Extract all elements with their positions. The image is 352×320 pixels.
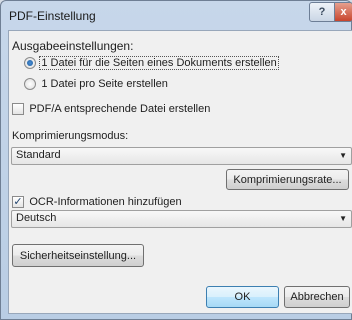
output-settings-label: Ausgabeeinstellungen: (12, 39, 134, 53)
help-icon: ? (318, 6, 326, 18)
compression-mode-value: Standard (16, 149, 61, 161)
compression-mode-label: Komprimierungsmodus: (12, 130, 129, 142)
close-icon: x (340, 6, 347, 18)
ok-button[interactable]: OK (206, 286, 279, 308)
cancel-button[interactable]: Abbrechen (284, 286, 350, 308)
checkmark-icon: ✓ (12, 195, 24, 208)
chevron-down-icon: ▼ (339, 151, 347, 160)
dialog-client-area: Ausgabeeinstellungen: 1 Datei für die Se… (8, 30, 352, 314)
ocr-language-select[interactable]: Deutsch ▼ (11, 210, 352, 228)
radio-per-page[interactable]: 1 Datei pro Seite erstellen (24, 76, 168, 90)
radio-one-file-label: 1 Datei für die Seiten eines Dokuments e… (39, 56, 279, 70)
close-button[interactable]: x (334, 2, 352, 22)
title-bar[interactable]: PDF-Einstellung ? x (1, 1, 352, 31)
ocr-label: OCR-Informationen hinzufügen (29, 196, 182, 208)
help-button[interactable]: ? (309, 2, 335, 22)
compression-rate-button[interactable]: Komprimierungsrate... (226, 169, 349, 190)
radio-one-file[interactable]: 1 Datei für die Seiten eines Dokuments e… (24, 55, 279, 70)
ocr-language-value: Deutsch (16, 212, 57, 224)
pdfa-checkbox[interactable]: PDF/A entsprechende Datei erstellen (12, 101, 210, 115)
pdfa-label: PDF/A entsprechende Datei erstellen (29, 103, 211, 115)
security-settings-button[interactable]: Sicherheitseinstellung... (12, 244, 144, 267)
dialog-title: PDF-Einstellung (9, 9, 96, 23)
pdf-settings-dialog: PDF-Einstellung ? x Ausgabeeinstellungen… (0, 0, 352, 320)
radio-dot-icon (24, 56, 36, 69)
radio-per-page-label: 1 Datei pro Seite erstellen (41, 78, 168, 90)
ocr-checkbox[interactable]: ✓ OCR-Informationen hinzufügen (12, 194, 182, 208)
checkbox-empty-icon (12, 102, 24, 115)
compression-mode-select[interactable]: Standard ▼ (11, 147, 352, 165)
chevron-down-icon: ▼ (339, 214, 347, 223)
radio-empty-icon (24, 77, 36, 90)
